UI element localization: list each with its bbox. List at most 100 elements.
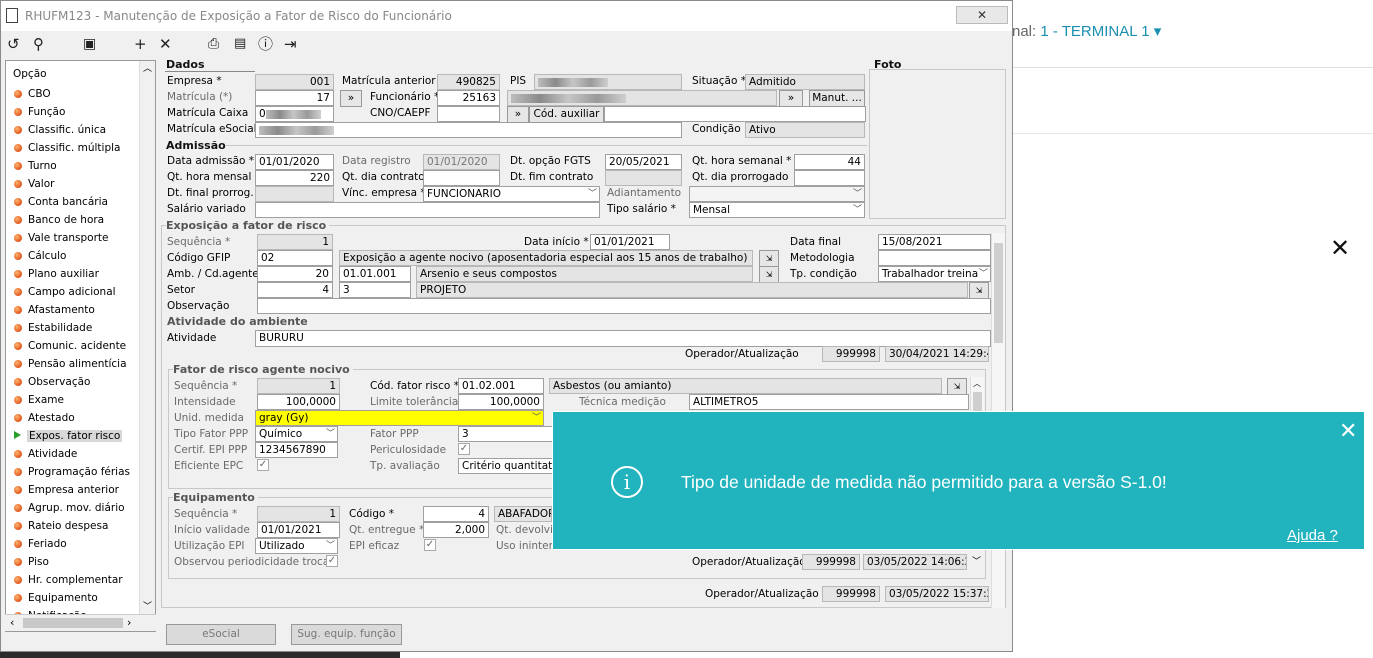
option-item[interactable]: Cálculo — [14, 250, 66, 267]
funcionario-field[interactable]: 25163 — [437, 90, 500, 106]
window-close-button[interactable]: ✕ — [956, 6, 1008, 24]
option-item[interactable]: Empresa anterior — [14, 484, 119, 501]
qt-dia-prorrogado-field[interactable] — [794, 170, 865, 186]
tp-condicao-select[interactable]: Trabalhador treina ﹀ — [878, 266, 991, 282]
matricula-field[interactable]: 17 — [255, 90, 334, 106]
chevron-up-icon[interactable]: ︿ — [143, 61, 152, 74]
chevron-down-icon[interactable]: ﹀ — [143, 599, 152, 612]
help-icon[interactable]: ⓘ — [258, 35, 273, 53]
tecnica-field[interactable]: ALTIMETRO5 — [689, 394, 969, 410]
option-item[interactable]: Turno — [14, 160, 57, 177]
terminal-selector[interactable]: nal: 1 - TERMINAL 1 ▾ — [1012, 22, 1161, 40]
cod-auxiliar-button[interactable]: Cód. auxiliar — [529, 106, 604, 123]
fator-ppp-field[interactable]: 3 — [458, 426, 553, 442]
atividade-field[interactable]: BURURU — [255, 330, 991, 347]
salario-variado-field[interactable] — [255, 202, 600, 218]
scroll-thumb[interactable] — [23, 618, 123, 628]
tp-avaliacao-select[interactable]: Critério quantitativo — [458, 458, 553, 474]
print-icon[interactable]: ⎙ — [208, 35, 219, 53]
option-item[interactable]: Equipamento — [14, 592, 98, 609]
fator-lookup-button[interactable]: ⇲ — [947, 378, 967, 395]
cno-field[interactable] — [437, 106, 500, 122]
adiantamento-select[interactable]: ﹀ — [689, 186, 865, 202]
empresa-field[interactable]: 001 — [255, 74, 334, 90]
setor-lookup-button[interactable]: ⇲ — [969, 282, 989, 299]
option-item[interactable]: Classific. múltipla — [14, 142, 120, 159]
observou-checkbox[interactable]: ✓ — [326, 555, 338, 567]
chevron-right-icon[interactable]: › — [127, 616, 131, 629]
option-item[interactable]: Afastamento — [14, 304, 95, 321]
cod-gfip-field[interactable]: 02 — [257, 250, 333, 266]
qt-hora-mensal-field[interactable]: 220 — [255, 170, 334, 186]
close-icon[interactable]: ✕ — [1330, 234, 1350, 262]
qt-dia-contrato-field[interactable] — [423, 170, 500, 186]
option-list-hscroll[interactable]: ‹ › — [5, 614, 156, 631]
option-item[interactable]: CBO — [14, 88, 51, 105]
add-icon[interactable]: + — [134, 35, 147, 53]
tipo-fator-select[interactable]: Químico ﹀ — [255, 426, 338, 442]
option-item[interactable]: Agrup. mov. diário — [14, 502, 125, 519]
scroll-thumb[interactable] — [973, 392, 982, 412]
chevron-up-icon[interactable]: ︿ — [973, 378, 981, 389]
data-final-field[interactable]: 15/08/2021 — [878, 234, 991, 250]
delete-icon[interactable]: ✕ — [159, 35, 172, 53]
intensidade-field[interactable]: 100,0000 — [257, 394, 340, 410]
setor-code-field[interactable]: 3 — [339, 282, 411, 298]
qt-hora-semanal-field[interactable]: 44 — [794, 154, 865, 170]
metodologia-field[interactable] — [878, 250, 991, 266]
option-item[interactable]: Piso — [14, 556, 49, 573]
setor-field[interactable]: 4 — [257, 282, 333, 298]
amb-field[interactable]: 20 — [257, 266, 333, 282]
option-item[interactable]: Banco de hora — [14, 214, 104, 231]
inicio-validade-field[interactable]: 01/01/2021 — [257, 522, 340, 538]
matricula-anterior-field[interactable]: 490825 — [437, 74, 500, 90]
dt-opcao-fgts-field[interactable]: 20/05/2021 — [605, 154, 682, 170]
option-item[interactable]: Função — [14, 106, 65, 123]
certif-field[interactable]: 1234567890 — [255, 442, 338, 458]
option-item[interactable]: Hr. complementar — [14, 574, 123, 591]
limite-field[interactable]: 100,0000 — [458, 394, 544, 410]
option-item[interactable]: Classific. única — [14, 124, 106, 141]
cod-auxiliar-field[interactable] — [604, 106, 866, 122]
option-item[interactable]: Plano auxiliar — [14, 268, 99, 285]
option-item[interactable]: Conta bancária — [14, 196, 108, 213]
cno-lookup-button[interactable]: » — [507, 106, 529, 123]
cod-fator-field[interactable]: 01.02.001 — [458, 378, 544, 394]
option-item[interactable]: Feriado — [14, 538, 67, 555]
option-item[interactable]: Atestado — [14, 412, 75, 429]
matricula-caixa-field[interactable]: 0 — [255, 106, 334, 122]
option-item[interactable]: Atividade — [14, 448, 77, 465]
esocial-button[interactable]: eSocial — [166, 624, 276, 645]
chevron-left-icon[interactable]: ‹ — [10, 616, 14, 629]
option-item[interactable]: Pensão alimentícia — [14, 358, 127, 375]
option-item-selected[interactable]: Expos. fator risco — [14, 430, 123, 447]
option-list-vscroll[interactable]: ︿ ﹀ — [139, 61, 155, 614]
chevron-down-icon[interactable]: ﹀ — [972, 554, 981, 567]
option-item[interactable]: Vale transporte — [14, 232, 109, 249]
periculosidade-checkbox[interactable]: ✓ — [458, 443, 470, 455]
vinc-empresa-select[interactable]: FUNCIONARIO ﹀ — [423, 186, 600, 202]
data-inicio-field[interactable]: 01/01/2021 — [590, 234, 670, 250]
option-item[interactable]: Valor — [14, 178, 54, 195]
lookup-button[interactable]: » — [340, 90, 362, 107]
save-icon[interactable]: ▣ — [83, 35, 96, 53]
toast-close-icon[interactable]: ✕ — [1339, 418, 1357, 444]
pis-field[interactable] — [534, 74, 682, 90]
scroll-thumb[interactable] — [994, 243, 1003, 343]
sug-equip-button[interactable]: Sug. equip. função — [291, 624, 402, 645]
funcionario-lookup-button[interactable]: » — [779, 90, 803, 107]
observacao-field[interactable] — [257, 298, 991, 314]
tipo-salario-select[interactable]: Mensal ﹀ — [689, 202, 865, 218]
option-item[interactable]: Rateio despesa — [14, 520, 108, 537]
option-item[interactable]: Estabilidade — [14, 322, 92, 339]
help-link[interactable]: Ajuda ? — [1287, 527, 1338, 544]
undo-icon[interactable]: ↺ — [7, 35, 20, 53]
option-item[interactable]: Observação — [14, 376, 90, 393]
option-item[interactable]: Programação férias — [14, 466, 130, 483]
gfip-lookup-button[interactable]: ⇲ — [759, 250, 779, 267]
option-item[interactable]: Comunic. acidente — [14, 340, 126, 357]
utilizacao-select[interactable]: Utilizado ﹀ — [255, 538, 338, 554]
qt-entregue-field[interactable]: 2,000 — [423, 522, 489, 538]
eficiente-checkbox[interactable]: ✓ — [257, 459, 269, 471]
codigo-field[interactable]: 4 — [423, 506, 489, 522]
